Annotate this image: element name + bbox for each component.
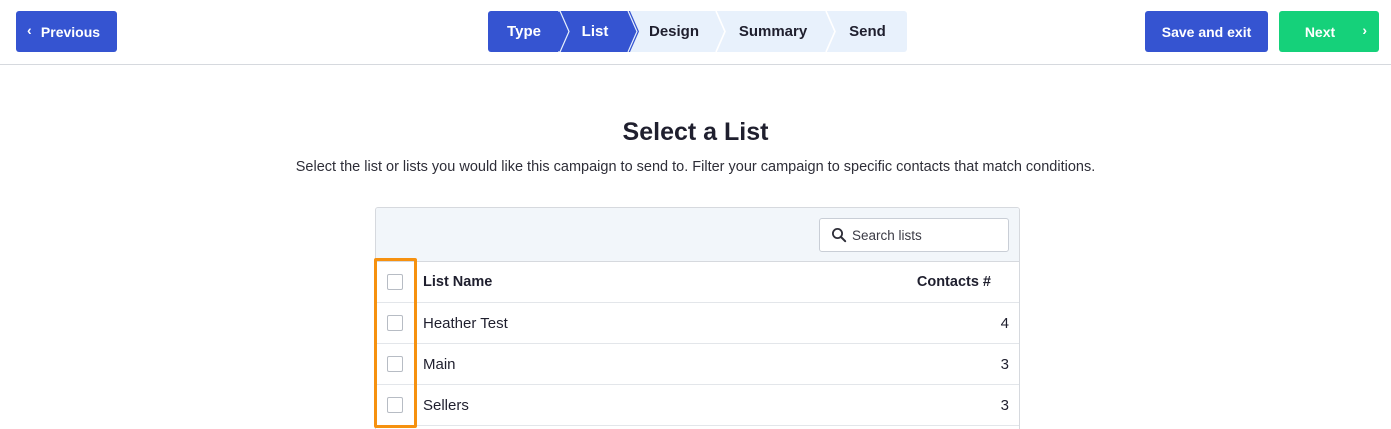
- top-bar: ‹ Previous Type List Design Summary Send…: [0, 0, 1391, 65]
- page-subtitle: Select the list or lists you would like …: [295, 159, 1096, 175]
- next-button[interactable]: Next ›: [1279, 11, 1379, 52]
- table-toolbar: [376, 208, 1019, 262]
- table-header-row: List Name Contacts #: [376, 262, 1019, 303]
- search-icon: [832, 228, 847, 243]
- search-box[interactable]: [819, 218, 1009, 252]
- column-header-contacts[interactable]: Contacts #: [917, 274, 991, 290]
- table-row[interactable]: Heather Test 4: [376, 303, 1019, 344]
- lists-table-panel: List Name Contacts # Heather Test 4 Main…: [375, 207, 1020, 429]
- step-type[interactable]: Type: [488, 11, 560, 52]
- table-row[interactable]: Sellers 3: [376, 385, 1019, 426]
- step-summary[interactable]: Summary: [718, 11, 828, 52]
- table-row[interactable]: Main 3: [376, 344, 1019, 385]
- select-all-checkbox[interactable]: [387, 274, 403, 290]
- search-input[interactable]: [852, 227, 1002, 243]
- row-checkbox[interactable]: [387, 315, 403, 331]
- list-name-cell: Sellers: [423, 396, 469, 414]
- row-checkbox[interactable]: [387, 356, 403, 372]
- chevron-left-icon: ‹: [27, 22, 32, 38]
- next-button-label: Next: [1304, 23, 1336, 40]
- previous-button[interactable]: ‹ Previous: [16, 11, 117, 52]
- step-list[interactable]: List: [560, 11, 630, 52]
- contacts-count-cell: 3: [1000, 355, 1009, 373]
- chevron-right-icon: ›: [1362, 22, 1367, 38]
- step-send[interactable]: Send: [828, 11, 907, 52]
- list-name-cell: Heather Test: [423, 314, 508, 332]
- contacts-count-cell: 3: [1000, 396, 1009, 414]
- column-header-list-name[interactable]: List Name: [423, 274, 492, 290]
- previous-button-label: Previous: [40, 23, 101, 40]
- page-title: Select a List: [622, 118, 769, 146]
- step-design[interactable]: Design: [630, 11, 718, 52]
- save-and-exit-button[interactable]: Save and exit: [1145, 11, 1268, 52]
- progress-stepper: Type List Design Summary Send: [488, 11, 907, 52]
- list-name-cell: Main: [423, 355, 456, 373]
- contacts-count-cell: 4: [1000, 314, 1009, 332]
- row-checkbox[interactable]: [387, 397, 403, 413]
